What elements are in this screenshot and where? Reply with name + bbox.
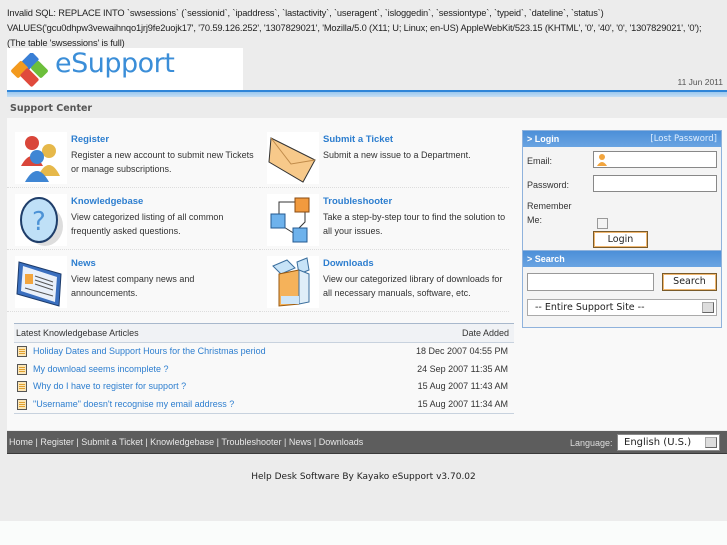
user-icon: [597, 154, 607, 166]
login-box-header: > Login [Lost Password]: [523, 131, 721, 147]
box-icon: [267, 256, 319, 308]
tile-description: Submit a new issue to a Department.: [323, 150, 471, 160]
users-icon: [15, 132, 67, 184]
search-input[interactable]: [527, 273, 654, 291]
chevron-down-icon: [705, 437, 717, 448]
password-field[interactable]: [593, 175, 717, 192]
svg-text:?: ?: [32, 207, 46, 237]
question-icon: ?: [15, 194, 67, 246]
login-box-title: > Login: [527, 134, 560, 144]
kb-article-link[interactable]: Why do I have to register for support ?: [33, 381, 186, 391]
tile-description: Take a step-by-step tour to find the sol…: [323, 212, 506, 236]
tile-description: Register a new account to submit new Tic…: [71, 150, 254, 174]
kb-article-date: 15 Aug 2007 11:43 AM: [417, 381, 508, 391]
kb-article-link[interactable]: "Username" doesn't recognise my email ad…: [33, 399, 234, 409]
kb-article-date: 24 Sep 2007 11:35 AM: [417, 363, 508, 374]
sidebar: > Login [Lost Password] Email: Password:…: [522, 130, 722, 328]
kb-date-header: Date Added: [461, 328, 509, 338]
kb-article-date: 18 Dec 2007 04:55 PM: [415, 346, 508, 356]
tile-downloads[interactable]: Downloads View our categorized library o…: [259, 253, 509, 312]
lost-password-link[interactable]: [Lost Password]: [650, 134, 717, 144]
tile-title[interactable]: Downloads: [323, 258, 374, 269]
tile-title[interactable]: Register: [71, 134, 109, 145]
table-row: Why do I have to register for support ? …: [14, 378, 514, 396]
tile-register[interactable]: Register Register a new account to submi…: [7, 129, 257, 188]
email-label: Email:: [527, 156, 553, 166]
document-icon: [17, 363, 27, 375]
search-button[interactable]: Search: [662, 273, 717, 291]
nav-link-submit-ticket[interactable]: Submit a Ticket: [81, 437, 143, 447]
tile-troubleshooter[interactable]: Troubleshooter Take a step-by-step tour …: [259, 191, 509, 250]
language-select[interactable]: English (U.S.): [617, 434, 720, 451]
footer-credit: Help Desk Software By Kayako eSupport v3…: [251, 472, 476, 482]
login-box: > Login [Lost Password] Email: Password:…: [522, 130, 722, 251]
esupport-logo-icon: [11, 53, 48, 87]
chevron-down-icon: [702, 302, 714, 313]
current-date: 11 Jun 2011: [677, 77, 723, 87]
separator: |: [281, 437, 289, 447]
sql-error-message: Invalid SQL: REPLACE INTO `swsessions` (…: [7, 8, 702, 48]
tile-title[interactable]: News: [71, 258, 96, 269]
login-form: Email: Password: Remember Me: Login: [523, 147, 721, 250]
footer-nav-links: Home | Register | Submit a Ticket | Know…: [9, 437, 363, 447]
language-value: English (U.S.): [624, 437, 692, 448]
header-bar: [7, 90, 727, 97]
search-box: > Search Search -- Entire Support Site -…: [522, 251, 722, 328]
email-field[interactable]: [593, 151, 717, 168]
kb-articles-table: Latest Knowledgebase Articles Date Added…: [14, 323, 514, 416]
nav-link-troubleshooter[interactable]: Troubleshooter: [221, 437, 281, 447]
table-row: Holiday Dates and Support Hours for the …: [14, 343, 514, 361]
tile-submit-ticket[interactable]: Submit a Ticket Submit a new issue to a …: [259, 129, 509, 188]
tile-description: View our categorized library of download…: [323, 274, 503, 298]
tile-description: View categorized listing of all common f…: [71, 212, 224, 236]
nav-link-knowledgebase[interactable]: Knowledgebase: [150, 437, 214, 447]
search-box-title: > Search: [527, 254, 565, 264]
search-scope-value: -- Entire Support Site --: [535, 302, 645, 313]
cubes-icon: [267, 194, 319, 246]
remember-me-checkbox[interactable]: [597, 218, 608, 229]
kb-article-link[interactable]: My download seems incomplete ?: [33, 364, 169, 374]
search-box-header: > Search: [523, 251, 721, 267]
envelope-icon: [267, 132, 319, 184]
nav-link-news[interactable]: News: [289, 437, 312, 447]
remember-me-label: Remember Me:: [527, 201, 572, 225]
table-row: My download seems incomplete ? 24 Sep 20…: [14, 361, 514, 379]
kb-article-link[interactable]: Holiday Dates and Support Hours for the …: [33, 346, 266, 356]
tile-news[interactable]: News View latest company news and announ…: [7, 253, 257, 312]
password-label: Password:: [527, 180, 570, 190]
search-scope-select[interactable]: -- Entire Support Site --: [527, 299, 717, 316]
document-icon: [17, 398, 27, 410]
tile-title[interactable]: Submit a Ticket: [323, 134, 393, 145]
page-title: Support Center: [10, 103, 93, 114]
table-row: "Username" doesn't recognise my email ad…: [14, 396, 514, 414]
page-bottom: [0, 521, 727, 545]
language-label: Language:: [570, 438, 613, 448]
logo-text: eSupport: [55, 48, 175, 79]
nav-link-home[interactable]: Home: [9, 437, 33, 447]
document-icon: [17, 346, 27, 357]
kb-table-footer: [14, 413, 514, 416]
kb-table-header: Latest Knowledgebase Articles Date Added: [14, 323, 514, 343]
tile-title[interactable]: Knowledgebase: [71, 196, 143, 207]
tile-title[interactable]: Troubleshooter: [323, 196, 392, 207]
nav-link-downloads[interactable]: Downloads: [319, 437, 364, 447]
tile-description: View latest company news and announcemen…: [71, 274, 195, 298]
login-button[interactable]: Login: [593, 231, 648, 248]
separator: |: [311, 437, 319, 447]
kb-header-label: Latest Knowledgebase Articles: [16, 328, 139, 338]
search-form: Search -- Entire Support Site --: [523, 267, 721, 327]
logo[interactable]: eSupport: [7, 48, 243, 90]
tile-knowledgebase[interactable]: ? Knowledgebase View categorized listing…: [7, 191, 257, 250]
kb-article-date: 15 Aug 2007 11:34 AM: [417, 398, 508, 409]
newspaper-icon: [15, 256, 67, 308]
nav-link-register[interactable]: Register: [40, 437, 74, 447]
document-icon: [17, 381, 27, 392]
footer-navbar: Home | Register | Submit a Ticket | Know…: [7, 431, 727, 454]
separator: |: [142, 437, 151, 447]
